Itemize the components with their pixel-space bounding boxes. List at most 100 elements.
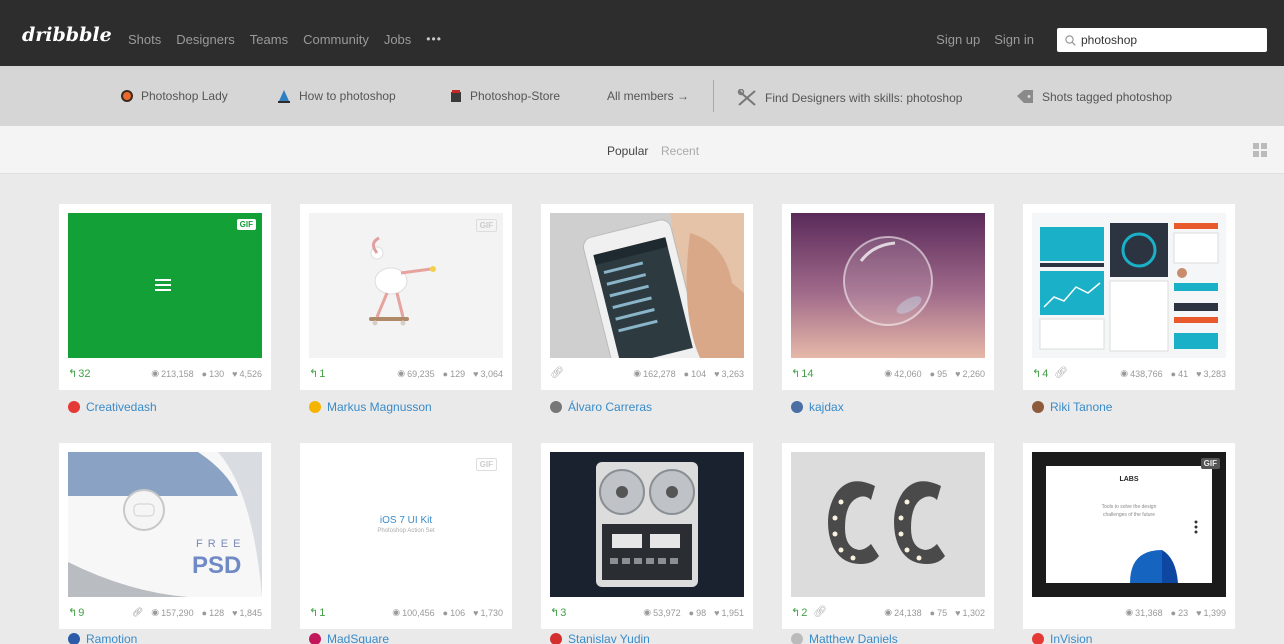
- attachment-icon[interactable]: 🔗︎: [550, 366, 564, 379]
- comments-count[interactable]: ● 98: [689, 607, 706, 618]
- comment-icon: ●: [201, 607, 208, 618]
- shot-card[interactable]: F R E E PSD ↰ 9 🔗︎ ◉ 157,290 ● 128 ♥ 1,845: [59, 443, 271, 629]
- shot-card[interactable]: ↰ 14 ◉ 42,060 ● 95 ♥ 2,260: [782, 204, 994, 390]
- attachment-icon[interactable]: 🔗︎: [1054, 366, 1068, 379]
- shot-card[interactable]: LABS Tools to solve the design challenge…: [1023, 443, 1235, 629]
- shot-card[interactable]: 🔗︎ ◉ 162,278 ● 104 ♥ 3,263: [541, 204, 753, 390]
- grid-view-icon[interactable]: [1253, 143, 1267, 157]
- comments-count[interactable]: ● 106: [443, 607, 465, 618]
- likes-count[interactable]: ♥ 1,399: [1196, 607, 1226, 618]
- shot-stats: ◉ 31,368 ● 23 ♥ 1,399: [1032, 606, 1226, 620]
- shot-author[interactable]: Álvaro Carreras: [550, 400, 652, 414]
- shot-author[interactable]: Ramotion: [68, 632, 137, 644]
- comments-count[interactable]: ● 75: [930, 607, 947, 618]
- attachment-icon[interactable]: 🔗︎: [813, 605, 827, 618]
- rebound-count[interactable]: ↰ 1: [309, 367, 325, 381]
- views-count: ◉ 69,235: [397, 368, 435, 379]
- shot-author[interactable]: Matthew Daniels: [791, 632, 898, 644]
- rebound-count[interactable]: ↰ 4: [1032, 367, 1048, 381]
- comments-count[interactable]: ● 95: [930, 368, 947, 379]
- nav-designers[interactable]: Designers: [176, 32, 235, 47]
- likes-count[interactable]: ♥ 4,526: [232, 368, 262, 379]
- comments-count[interactable]: ● 130: [202, 368, 224, 379]
- attachment-icon[interactable]: 🔗︎: [132, 607, 143, 618]
- shot-thumbnail[interactable]: iOS 7 UI Kit Photoshop Action Set GIF: [309, 452, 503, 597]
- dribbble-logo[interactable]: dribbble: [22, 24, 112, 46]
- signup-link[interactable]: Sign up: [936, 32, 980, 47]
- related-photoshop-store[interactable]: Photoshop-Store: [450, 89, 560, 103]
- comments-count[interactable]: ● 128: [202, 607, 224, 618]
- comments-count[interactable]: ● 23: [1171, 607, 1188, 618]
- related-label: Shots tagged photoshop: [1042, 89, 1173, 104]
- sort-tabs-bar: Popular Recent: [0, 126, 1284, 174]
- shot-card[interactable]: ↰ 2 🔗︎ ◉ 24,138 ● 75 ♥ 1,302: [782, 443, 994, 629]
- shot-author[interactable]: Creativedash: [68, 400, 157, 414]
- shot-card[interactable]: GIF ↰ 1 ◉ 69,235 ● 129 ♥ 3,064: [300, 204, 512, 390]
- find-designers-link[interactable]: Find Designers with skills: photoshop: [737, 89, 962, 107]
- likes-count[interactable]: ♥ 3,263: [714, 368, 744, 379]
- likes-count[interactable]: ♥ 2,260: [955, 368, 985, 379]
- comments-count[interactable]: ● 41: [1171, 368, 1188, 379]
- likes-count[interactable]: ♥ 3,064: [473, 368, 503, 379]
- shot-thumbnail[interactable]: GIF: [68, 213, 262, 358]
- shot-thumbnail[interactable]: [550, 452, 744, 597]
- related-bar: Photoshop Lady How to photoshop Photosho…: [0, 66, 1284, 126]
- shot-card[interactable]: iOS 7 UI Kit Photoshop Action Set GIF ↰ 1…: [300, 443, 512, 629]
- eye-icon: ◉: [392, 607, 401, 617]
- shot-thumbnail[interactable]: [1032, 213, 1226, 358]
- rebound-count[interactable]: ↰ 1: [309, 606, 325, 620]
- signin-link[interactable]: Sign in: [994, 32, 1034, 47]
- psd-label: PSD: [192, 552, 242, 579]
- comments-count[interactable]: ● 129: [443, 368, 465, 379]
- heart-icon: ♥: [473, 368, 479, 379]
- shot-author[interactable]: Stanislav Yudin: [550, 632, 650, 644]
- shot-author[interactable]: Riki Tanone: [1032, 400, 1112, 414]
- likes-count[interactable]: ♥ 1,302: [955, 607, 985, 618]
- likes-count[interactable]: ♥ 3,283: [1196, 368, 1226, 379]
- all-members-link[interactable]: All members →: [607, 89, 689, 103]
- phone-photo: [550, 213, 744, 358]
- related-photoshop-lady[interactable]: Photoshop Lady: [121, 89, 228, 103]
- shot-card[interactable]: ↰ 3 ◉ 53,972 ● 98 ♥ 1,951: [541, 443, 753, 629]
- views-count: ◉ 438,766: [1120, 368, 1163, 379]
- comments-count[interactable]: ● 104: [684, 368, 706, 379]
- shot-author[interactable]: Markus Magnusson: [309, 400, 432, 414]
- tab-recent[interactable]: Recent: [661, 144, 699, 158]
- shot-stats: 🔗︎ ◉ 162,278 ● 104 ♥ 3,263: [550, 367, 744, 381]
- shot-thumbnail[interactable]: LABS Tools to solve the design challenge…: [1032, 452, 1226, 597]
- nav-teams[interactable]: Teams: [250, 32, 288, 47]
- rebound-count[interactable]: ↰ 14: [791, 367, 813, 381]
- heart-icon: ♥: [955, 368, 961, 379]
- ios-kit-subtitle: Photoshop Action Set: [377, 528, 435, 534]
- likes-count[interactable]: ♥ 1,951: [714, 607, 744, 618]
- rebound-count[interactable]: ↰ 3: [550, 606, 566, 620]
- search-box[interactable]: [1057, 28, 1267, 52]
- shot-author[interactable]: MadSquare: [309, 632, 389, 644]
- shot-thumbnail[interactable]: [791, 452, 985, 597]
- rebound-count[interactable]: ↰ 9: [68, 606, 84, 620]
- likes-count[interactable]: ♥ 1,845: [232, 607, 262, 618]
- free-label: F R E E: [196, 538, 242, 550]
- shot-author[interactable]: kajdax: [791, 400, 844, 414]
- likes-count[interactable]: ♥ 1,730: [473, 607, 503, 618]
- nav-shots[interactable]: Shots: [128, 32, 161, 47]
- shot-thumbnail[interactable]: GIF: [309, 213, 503, 358]
- shots-tagged-link[interactable]: Shots tagged photoshop: [1016, 89, 1172, 104]
- shot-card[interactable]: ↰ 4 🔗︎ ◉ 438,766 ● 41 ♥ 3,283: [1023, 204, 1235, 390]
- tab-popular[interactable]: Popular: [607, 144, 648, 158]
- shot-thumbnail[interactable]: F R E E PSD: [68, 452, 262, 597]
- related-how-to-photoshop[interactable]: How to photoshop: [277, 89, 396, 103]
- shot-thumbnail[interactable]: [791, 213, 985, 358]
- related-label: How to photoshop: [299, 89, 396, 103]
- heart-icon: ♥: [1196, 368, 1202, 379]
- search-input[interactable]: [1081, 33, 1251, 47]
- nav-jobs[interactable]: Jobs: [384, 32, 411, 47]
- shot-thumbnail[interactable]: [550, 213, 744, 358]
- rebound-count[interactable]: ↰ 32: [68, 367, 90, 381]
- more-menu-icon[interactable]: •••: [426, 32, 442, 47]
- rebound-count[interactable]: ↰ 2: [791, 606, 807, 620]
- shot-card[interactable]: GIF ↰ 32 ◉ 213,158 ● 130 ♥ 4,526: [59, 204, 271, 390]
- shot-author[interactable]: InVision: [1032, 632, 1092, 644]
- nav-community[interactable]: Community: [303, 32, 369, 47]
- author-name: Ramotion: [86, 632, 138, 644]
